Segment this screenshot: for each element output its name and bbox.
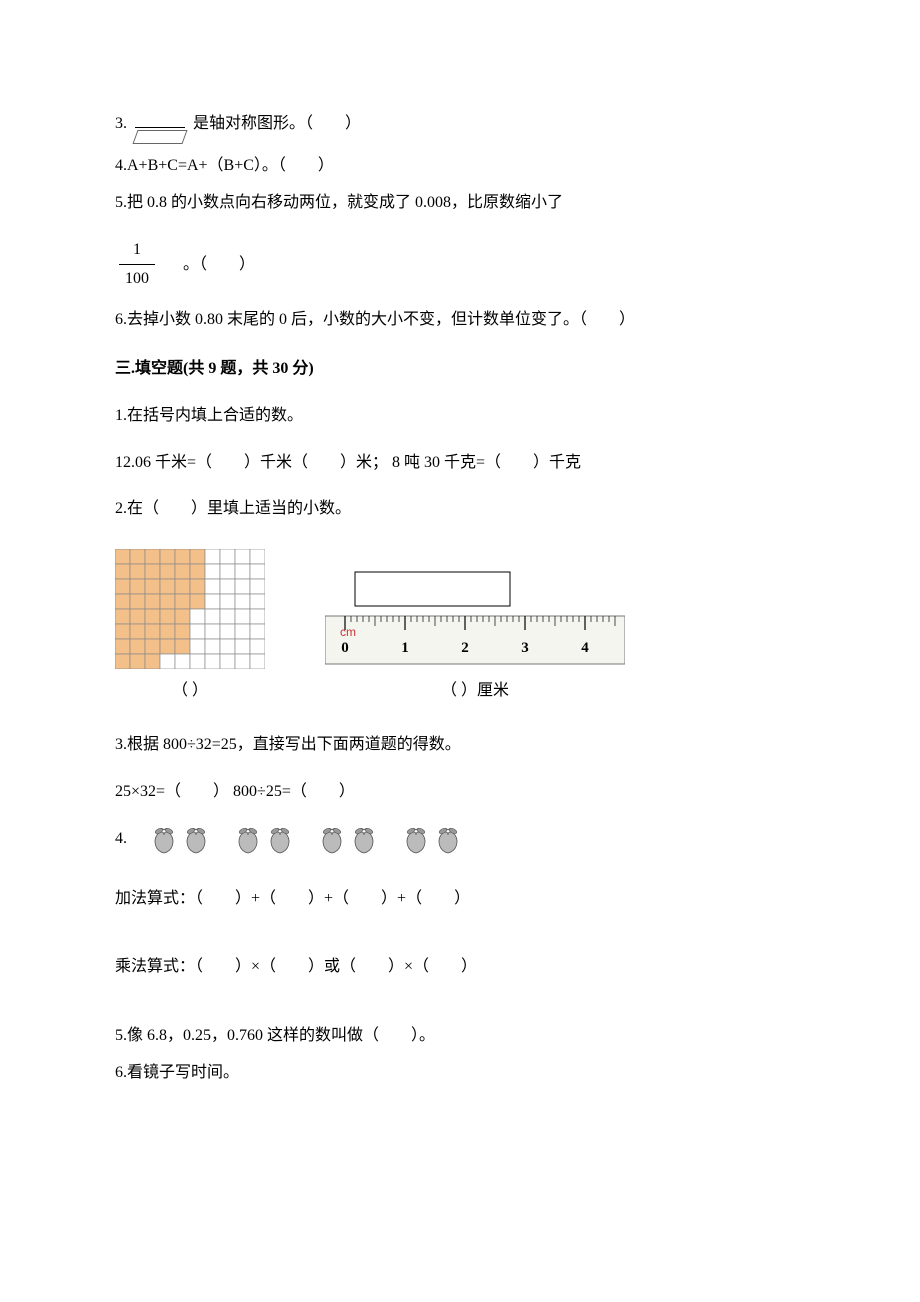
fraction-numerator: 1: [119, 236, 155, 265]
fill-4-mul: 乘法算式：（ ）×（ ）或（ ）×（ ）: [115, 953, 805, 982]
peach-icon: [433, 825, 463, 855]
svg-text:3: 3: [521, 640, 529, 656]
fill-6-text: 6.看镜子写时间。: [115, 1064, 239, 1081]
fill-2-line1: 2.在（ ）里填上适当的小数。: [115, 495, 805, 524]
q4-text: 4.A+B+C=A+（B+C）。（ ）: [115, 157, 334, 174]
fill-1: 1.在括号内填上合适的数。 12.06 千米=（ ）千米（ ）米； 8 吨 30…: [115, 402, 805, 478]
ruler-svg: 0 1 2 3 4 cm: [325, 564, 625, 669]
fill-5-text: 5.像 6.8，0.25，0.760 这样的数叫做（ ）。: [115, 1027, 435, 1044]
q5-line1: 5.把 0.8 的小数点向右移动两位，就变成了 0.008，比原数缩小了: [115, 189, 805, 218]
peach-pair: [401, 825, 463, 855]
svg-text:1: 1: [401, 640, 409, 656]
peach-icon: [317, 825, 347, 855]
fill-4-prefix: 4.: [115, 825, 127, 854]
peach-pair: [233, 825, 295, 855]
peach-icon: [265, 825, 295, 855]
fill-2: 2.在（ ）里填上适当的小数。 （ ） 0 1 2 3 4 cm （ ）厘米: [115, 495, 805, 706]
q3-prefix: 3.: [115, 115, 127, 132]
question-6: 6.去掉小数 0.80 末尾的 0 后，小数的大小不变，但计数单位变了。（ ）: [115, 306, 805, 335]
q5-tail: 。（ ）: [183, 256, 255, 273]
peach-pair: [149, 825, 211, 855]
question-3: 3. 是轴对称图形。（ ）: [115, 110, 805, 144]
section-3-header: 三.填空题(共 9 题，共 30 分): [115, 355, 805, 384]
fill-4-add: 加法算式：（ ）+（ ）+（ ）+（ ）: [115, 885, 805, 914]
grid-svg: [115, 549, 265, 669]
fill-1-line2: 12.06 千米=（ ）千米（ ）米； 8 吨 30 千克=（ ）千克: [115, 449, 805, 478]
fill-3: 3.根据 800÷32=25，直接写出下面两道题的得数。 25×32=（ ） 8…: [115, 731, 805, 807]
peach-icon: [181, 825, 211, 855]
grid-caption: （ ）: [115, 677, 265, 706]
peach-icon: [233, 825, 263, 855]
svg-text:2: 2: [461, 640, 469, 656]
fraction-icon: 1 100: [119, 236, 155, 295]
ruler-figure: 0 1 2 3 4 cm （ ）厘米: [325, 564, 625, 706]
question-5: 5.把 0.8 的小数点向右移动两位，就变成了 0.008，比原数缩小了 1 1…: [115, 189, 805, 294]
grid-figure: （ ）: [115, 549, 265, 706]
fill-5: 5.像 6.8，0.25，0.760 这样的数叫做（ ）。: [115, 1022, 805, 1051]
fill-3-line1: 3.根据 800÷32=25，直接写出下面两道题的得数。: [115, 731, 805, 760]
fill-4: 4.: [115, 825, 805, 983]
q3-text: 是轴对称图形。（ ）: [193, 115, 361, 132]
svg-text:0: 0: [341, 640, 349, 656]
fraction-denominator: 100: [119, 264, 155, 294]
q6-text: 6.去掉小数 0.80 末尾的 0 后，小数的大小不变，但计数单位变了。（ ）: [115, 311, 635, 328]
question-4: 4.A+B+C=A+（B+C）。（ ）: [115, 152, 805, 181]
peach-icon: [149, 825, 179, 855]
fill-3-line2: 25×32=（ ） 800÷25=（ ）: [115, 778, 805, 807]
fill-1-line1: 1.在括号内填上合适的数。: [115, 402, 805, 431]
svg-text:4: 4: [581, 640, 589, 656]
ruler-caption: （ ）厘米: [325, 677, 625, 706]
parallelogram-icon: [135, 127, 185, 144]
svg-text:cm: cm: [340, 625, 356, 639]
peach-icon: [401, 825, 431, 855]
peach-icon: [349, 825, 379, 855]
fill-6: 6.看镜子写时间。: [115, 1059, 805, 1088]
peach-pair: [317, 825, 379, 855]
